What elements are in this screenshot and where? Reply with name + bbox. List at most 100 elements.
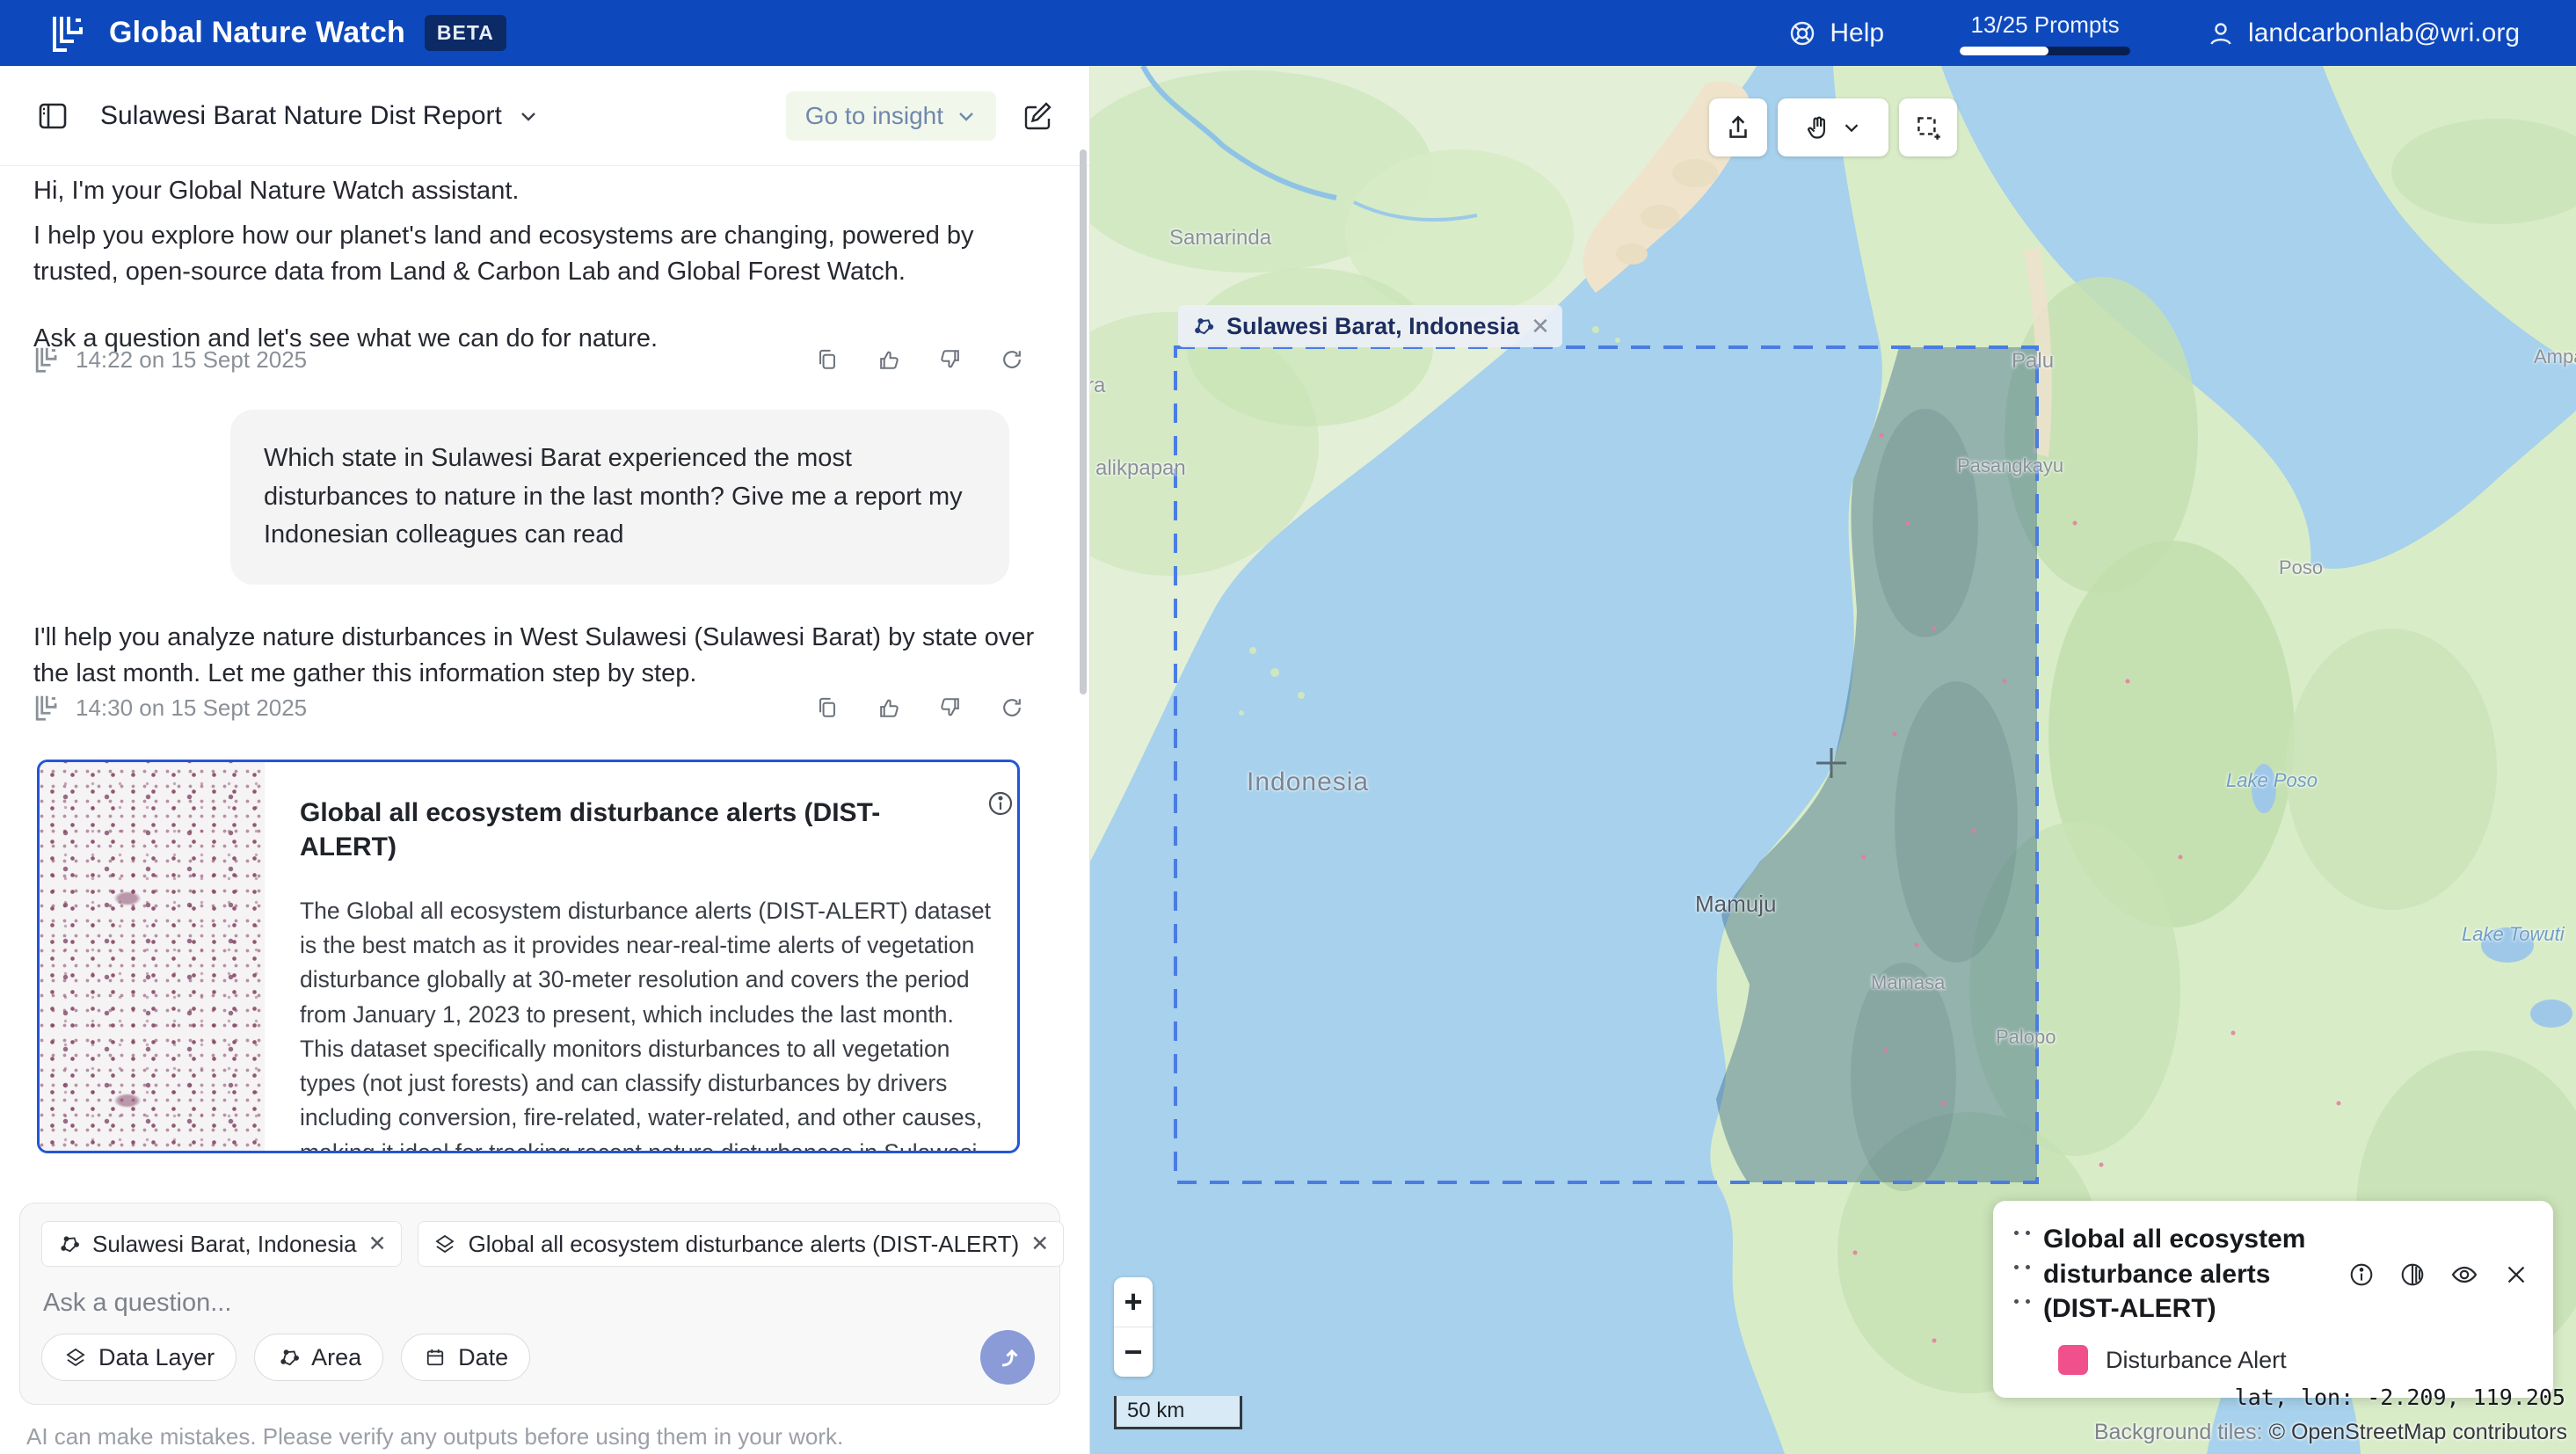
layer-opacity-icon[interactable] xyxy=(2398,1261,2427,1289)
dataset-card[interactable]: Global all ecosystem disturbance alerts … xyxy=(37,760,1020,1153)
context-chip-layer[interactable]: Global all ecosystem disturbance alerts … xyxy=(418,1221,1065,1267)
message-meta: 14:30 on 15 Sept 2025 xyxy=(33,694,1025,722)
close-icon[interactable]: ✕ xyxy=(1030,1231,1049,1257)
chat-panel: Sulawesi Barat Nature Dist Report Go to … xyxy=(0,66,1090,1454)
assistant-message-line: I'll help you analyze nature disturbance… xyxy=(33,620,1044,692)
help-label: Help xyxy=(1830,18,1884,48)
beta-badge: BETA xyxy=(425,15,506,51)
thumbs-up-icon[interactable] xyxy=(876,346,902,373)
layers-icon xyxy=(63,1345,88,1370)
legend-label: Disturbance Alert xyxy=(2106,1347,2287,1374)
app-logo-icon xyxy=(49,13,90,54)
help-icon xyxy=(1787,18,1817,48)
send-button[interactable] xyxy=(980,1330,1035,1385)
attribution-source-link[interactable]: © OpenStreetMap contributors xyxy=(2269,1420,2567,1444)
attribution-prefix: Background tiles: xyxy=(2094,1420,2269,1444)
close-icon[interactable]: ✕ xyxy=(368,1231,387,1257)
chevron-down-icon xyxy=(956,105,977,127)
map-label: Mamuju xyxy=(1695,891,1776,918)
share-icon xyxy=(1722,112,1754,143)
global-nature-watch-app: Global Nature Watch BETA Help 13/25 Prom… xyxy=(0,0,2576,1454)
area-button[interactable]: Area xyxy=(254,1334,383,1381)
map-label: ra xyxy=(1090,374,1105,398)
account-menu[interactable]: landcarbonlab@wri.org xyxy=(2206,18,2520,48)
new-chat-icon[interactable] xyxy=(1021,99,1054,133)
data-layer-label: Data Layer xyxy=(98,1344,215,1371)
copy-icon[interactable] xyxy=(814,346,840,373)
context-chip-label: Global all ecosystem disturbance alerts … xyxy=(469,1231,1020,1258)
regenerate-icon[interactable] xyxy=(999,346,1025,373)
drag-handle-icon[interactable] xyxy=(2014,1231,2031,1327)
map-label: Pasangkayu xyxy=(1957,454,2063,477)
assistant-message-line: I help you explore how our planet's land… xyxy=(33,218,1044,290)
go-to-insight-label: Go to insight xyxy=(805,102,943,130)
copy-icon[interactable] xyxy=(814,694,840,721)
map-label: Lake Poso xyxy=(2226,769,2318,792)
map-label: Palopo xyxy=(1996,1026,2056,1049)
map-label: alikpapan xyxy=(1095,456,1186,481)
context-chip-area[interactable]: Sulawesi Barat, Indonesia ✕ xyxy=(41,1221,402,1267)
user-email: landcarbonlab@wri.org xyxy=(2248,18,2520,48)
area-label: Area xyxy=(311,1344,361,1371)
map-region-chip-label: Sulawesi Barat, Indonesia xyxy=(1226,313,1519,340)
brand[interactable]: Global Nature Watch BETA xyxy=(49,13,506,54)
layer-visibility-icon[interactable] xyxy=(2449,1260,2479,1290)
info-icon[interactable] xyxy=(986,789,1015,818)
area-icon xyxy=(276,1345,301,1370)
map-region-chip[interactable]: Sulawesi Barat, Indonesia ✕ xyxy=(1178,305,1562,347)
chat-panel-header: Sulawesi Barat Nature Dist Report Go to … xyxy=(0,66,1089,166)
prompts-quota: 13/25 Prompts xyxy=(1960,11,2130,55)
draw-area-button[interactable] xyxy=(1899,98,1957,156)
select-area-icon xyxy=(1912,112,1944,143)
map-label: Palu xyxy=(2012,349,2054,374)
map-view[interactable]: Samarinda ra alikpapan Pasangkayu Palu I… xyxy=(1090,66,2576,1454)
prompts-progress-fill xyxy=(1960,47,2048,55)
report-title[interactable]: Sulawesi Barat Nature Dist Report xyxy=(100,101,502,131)
date-button[interactable]: Date xyxy=(401,1334,530,1381)
zoom-in-button[interactable]: + xyxy=(1114,1277,1153,1327)
assistant-logo-icon xyxy=(33,694,62,722)
close-icon[interactable]: ✕ xyxy=(1531,313,1550,340)
thumbs-down-icon[interactable] xyxy=(937,694,964,721)
message-meta: 14:22 on 15 Sept 2025 xyxy=(33,345,1025,374)
zoom-control: + − xyxy=(1114,1277,1153,1377)
legend-swatch xyxy=(2058,1345,2088,1375)
layer-title: Global all ecosystem disturbance alerts … xyxy=(2043,1222,2347,1327)
calendar-icon xyxy=(423,1345,448,1370)
layer-info-icon[interactable] xyxy=(2347,1261,2376,1289)
layers-icon xyxy=(433,1232,457,1256)
zoom-out-button[interactable]: − xyxy=(1114,1327,1153,1377)
chat-scrollbar[interactable] xyxy=(1080,149,1087,694)
chevron-down-icon xyxy=(1840,116,1863,139)
regenerate-icon[interactable] xyxy=(999,694,1025,721)
composer: Sulawesi Barat, Indonesia ✕ Global all e… xyxy=(19,1203,1060,1405)
thumbs-down-icon[interactable] xyxy=(937,346,964,373)
go-to-insight-button[interactable]: Go to insight xyxy=(786,91,996,141)
assistant-message: I'll help you analyze nature disturbance… xyxy=(33,620,1044,701)
help-button[interactable]: Help xyxy=(1787,18,1884,48)
area-icon xyxy=(56,1232,81,1256)
context-chip-label: Sulawesi Barat, Indonesia xyxy=(92,1231,357,1258)
layer-panel[interactable]: Global all ecosystem disturbance alerts … xyxy=(1993,1201,2553,1398)
layer-close-icon[interactable] xyxy=(2502,1261,2530,1289)
sidebar-toggle-icon[interactable] xyxy=(35,98,70,134)
report-title-chevron-down-icon[interactable] xyxy=(516,104,541,128)
map-label: Mamasa xyxy=(1871,971,1945,994)
map-label: Samarinda xyxy=(1169,226,1271,251)
assistant-message: Hi, I'm your Global Nature Watch assista… xyxy=(33,173,1044,366)
thumbs-up-icon[interactable] xyxy=(876,694,902,721)
app-title: Global Nature Watch xyxy=(109,16,405,50)
cursor-coordinates: lat, lon: -2.209, 119.205 xyxy=(2235,1385,2565,1410)
scale-label: 50 km xyxy=(1127,1399,1184,1422)
data-layer-button[interactable]: Data Layer xyxy=(41,1334,236,1381)
message-timestamp: 14:30 on 15 Sept 2025 xyxy=(76,694,307,722)
question-input[interactable] xyxy=(41,1288,836,1319)
map-label: Lake Towuti xyxy=(2462,923,2565,946)
map-tool-select-dropdown[interactable] xyxy=(1778,98,1888,156)
prompts-label: 13/25 Prompts xyxy=(1971,11,2120,39)
assistant-logo-icon xyxy=(33,345,62,374)
hand-tool-icon xyxy=(1803,113,1833,142)
share-map-button[interactable] xyxy=(1709,98,1767,156)
date-label: Date xyxy=(458,1344,508,1371)
map-attribution: Background tiles: © OpenStreetMap contri… xyxy=(2094,1420,2567,1445)
